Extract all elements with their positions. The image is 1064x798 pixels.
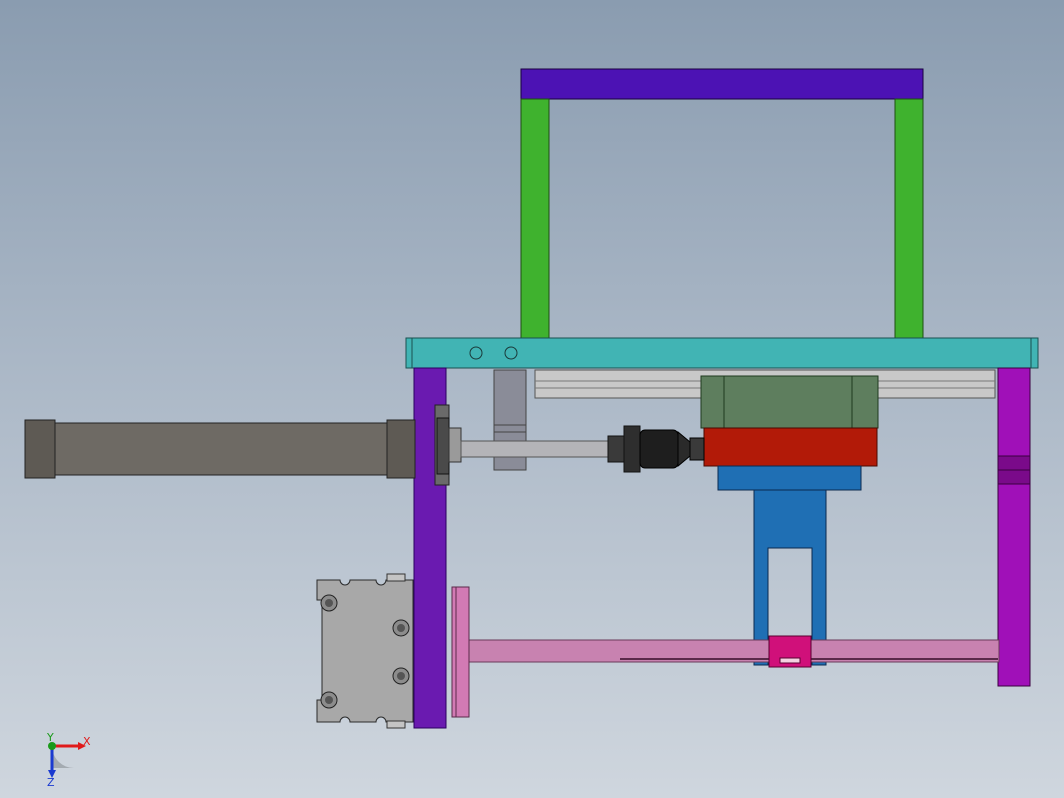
cylinder-barrel[interactable] <box>54 422 388 476</box>
piston-rod[interactable] <box>460 440 612 458</box>
motor-bolt <box>392 667 410 685</box>
motor-tab <box>386 573 406 582</box>
right-upright[interactable] <box>894 98 924 340</box>
motor-bolt <box>320 594 338 612</box>
motor-bolt <box>320 691 338 709</box>
red-block[interactable] <box>703 427 878 467</box>
motor-bolt <box>392 619 410 637</box>
joint-nut <box>607 435 627 463</box>
top-beam[interactable] <box>520 68 924 100</box>
clip-slot <box>779 657 801 664</box>
triad-x-label: X <box>83 735 91 748</box>
rod-bushing <box>448 427 462 463</box>
mount-nut <box>436 417 450 475</box>
slider-block[interactable] <box>700 375 879 429</box>
blue-bracket-top[interactable] <box>717 465 862 491</box>
left-upright[interactable] <box>520 98 550 340</box>
base-plate[interactable] <box>405 337 1039 369</box>
cylinder-endcap-left[interactable] <box>24 419 56 479</box>
joint-stud <box>689 437 705 461</box>
orientation-triad: X Y Z <box>46 731 91 789</box>
cad-viewport[interactable]: X Y Z <box>0 0 1064 798</box>
motor-tab <box>386 720 406 729</box>
joint-hex <box>623 425 641 473</box>
rod-flange[interactable] <box>451 586 470 718</box>
joint-body[interactable] <box>639 429 679 469</box>
triad-y-label: Y <box>46 731 54 744</box>
triad-arc <box>52 746 74 768</box>
triad-z-label: Z <box>47 776 55 789</box>
joint-taper <box>677 430 691 468</box>
cylinder-endcap-right[interactable] <box>386 419 416 479</box>
right-side-plate[interactable] <box>997 367 1031 687</box>
